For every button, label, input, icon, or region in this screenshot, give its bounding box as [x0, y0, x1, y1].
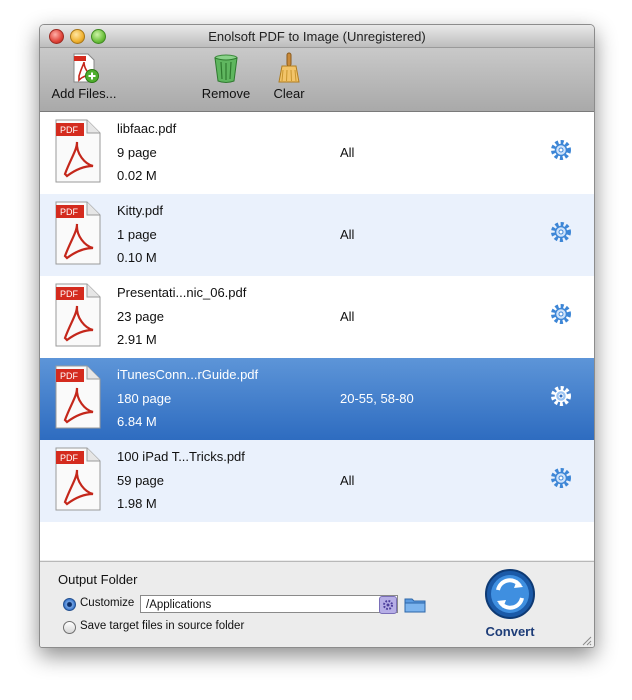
file-page-count: 59 page — [117, 473, 164, 488]
svg-text:PDF: PDF — [60, 125, 79, 135]
pdf-file-icon: PDF — [55, 119, 101, 183]
gear-icon[interactable] — [550, 139, 572, 161]
folder-icon[interactable] — [404, 596, 426, 613]
file-name: 100 iPad T...Tricks.pdf — [117, 449, 245, 464]
file-page-count: 1 page — [117, 227, 157, 242]
gear-icon[interactable] — [550, 303, 572, 325]
output-path-field[interactable]: /Applications — [140, 595, 398, 613]
svg-text:PDF: PDF — [60, 207, 79, 217]
file-page-range: All — [340, 227, 355, 242]
output-folder-label: Output Folder — [58, 572, 138, 587]
convert-button[interactable]: Convert — [480, 568, 540, 646]
svg-text:PDF: PDF — [60, 453, 79, 463]
file-page-count: 23 page — [117, 309, 164, 324]
file-row[interactable]: PDF Presentati...nic_06.pdf 23 page 2.91… — [40, 276, 594, 358]
file-page-range: All — [340, 309, 355, 324]
file-size: 0.02 M — [117, 168, 157, 183]
add-files-label: Add Files... — [51, 86, 117, 101]
gear-icon[interactable] — [550, 467, 572, 489]
source-folder-label: Save target files in source folder — [80, 620, 245, 632]
file-name: iTunesConn...rGuide.pdf — [117, 367, 259, 382]
file-row[interactable]: PDF Kitty.pdf 1 page 0.10 M All — [40, 194, 594, 276]
trash-icon — [214, 54, 238, 83]
path-menu-button[interactable] — [379, 596, 397, 614]
pdf-file-icon: PDF — [55, 283, 101, 347]
file-page-count: 9 page — [117, 145, 157, 160]
source-folder-radio[interactable] — [63, 621, 76, 634]
file-page-range: All — [340, 473, 355, 488]
gear-icon[interactable] — [550, 221, 572, 243]
file-size: 6.84 M — [117, 414, 157, 429]
toolbar: Add Files... Remove Clear — [40, 48, 594, 112]
file-size: 0.10 M — [117, 250, 157, 265]
file-page-count: 180 page — [117, 391, 172, 406]
svg-text:PDF: PDF — [60, 289, 79, 299]
resize-grip-icon[interactable] — [580, 634, 592, 646]
title-bar[interactable]: Enolsoft PDF to Image (Unregistered) — [40, 25, 594, 48]
customize-label: Customize — [80, 597, 135, 609]
clear-button[interactable]: Clear — [266, 52, 312, 101]
gear-icon[interactable] — [550, 385, 572, 407]
file-name: libfaac.pdf — [117, 121, 177, 136]
pdf-file-icon: PDF — [55, 201, 101, 265]
remove-label: Remove — [201, 86, 251, 101]
file-name: Presentati...nic_06.pdf — [117, 285, 247, 300]
file-page-range: 20-55, 58-80 — [340, 391, 414, 406]
pdf-file-icon: PDF — [55, 447, 101, 511]
convert-icon — [485, 569, 535, 619]
output-path-value: /Applications — [146, 599, 212, 611]
file-row[interactable]: PDF libfaac.pdf 9 page 0.02 M All — [40, 112, 594, 194]
svg-text:PDF: PDF — [60, 371, 79, 381]
pdf-add-icon — [73, 53, 99, 83]
pdf-file-icon: PDF — [55, 365, 101, 429]
clear-label: Clear — [273, 86, 305, 101]
app-window: Enolsoft PDF to Image (Unregistered) Add… — [39, 24, 595, 648]
add-files-button[interactable]: Add Files... — [48, 52, 120, 101]
convert-label: Convert — [485, 624, 535, 639]
broom-icon — [278, 52, 300, 83]
file-row[interactable]: PDF 100 iPad T...Tricks.pdf 59 page 1.98… — [40, 440, 594, 522]
file-name: Kitty.pdf — [117, 203, 164, 218]
file-size: 1.98 M — [117, 496, 157, 511]
settings-icon — [383, 600, 393, 610]
remove-button[interactable]: Remove — [200, 52, 252, 101]
output-panel: Output Folder Customize /Applications Sa… — [40, 561, 594, 647]
file-size: 2.91 M — [117, 332, 157, 347]
file-list[interactable]: PDF libfaac.pdf 9 page 0.02 M All PDF Ki… — [40, 112, 594, 560]
file-page-range: All — [340, 145, 355, 160]
window-title: Enolsoft PDF to Image (Unregistered) — [208, 29, 426, 44]
customize-radio[interactable] — [63, 598, 76, 611]
file-row-selected[interactable]: PDF iTunesConn...rGuide.pdf 180 page 6.8… — [40, 358, 594, 440]
